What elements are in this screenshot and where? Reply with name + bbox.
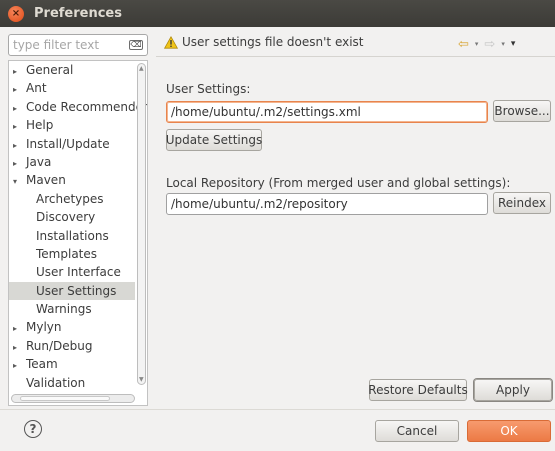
tree-item[interactable]: Discovery (9, 208, 147, 226)
tree-item-label: Run/Debug (26, 338, 93, 353)
tree-horizontal-scrollbar[interactable] (11, 394, 135, 403)
tree-item[interactable]: ▸ Java (9, 153, 147, 171)
title-bar: × Preferences (0, 0, 555, 27)
tree-vertical-scrollbar[interactable]: ▲ ▼ (137, 63, 146, 385)
page-message: User settings file doesn't exist (182, 35, 364, 49)
tree-item[interactable]: User Settings (9, 281, 135, 301)
tree-item-label: Maven (26, 173, 66, 188)
tree-item-label: User Settings (36, 283, 117, 298)
cancel-button[interactable]: Cancel (375, 420, 459, 442)
filter-placeholder: type filter text (13, 38, 100, 52)
ok-button[interactable]: OK (467, 420, 551, 442)
tree-item-label: Warnings (36, 302, 92, 317)
tree-item[interactable]: ▸ Ant (9, 79, 147, 97)
tree-item[interactable]: ▸ Run/Debug (9, 337, 147, 355)
tree-item-label: Archetypes (36, 191, 104, 206)
filter-input[interactable]: type filter text ⌫ (8, 34, 148, 56)
tree-item-label: General (26, 63, 74, 77)
tree-item-label: Templates (36, 246, 98, 261)
tree-item[interactable]: Validation (9, 374, 147, 392)
preferences-window: × Preferences type filter text ⌫ ▸ Genera… (0, 0, 555, 451)
user-settings-field[interactable]: /home/ubuntu/.m2/settings.xml (166, 101, 488, 123)
window-title: Preferences (34, 6, 122, 21)
tree-item-label: Installations (36, 228, 109, 243)
user-settings-label: User Settings: (166, 82, 251, 96)
restore-defaults-button[interactable]: Restore Defaults (368, 379, 468, 401)
back-arrow-icon[interactable]: ⇦ (458, 38, 469, 51)
forward-arrow-icon[interactable]: ⇨ (484, 38, 495, 51)
browse-button[interactable]: Browse... (493, 100, 551, 122)
local-repository-field[interactable]: /home/ubuntu/.m2/repository (166, 193, 488, 215)
tree-item[interactable]: Archetypes (9, 190, 147, 208)
tree-item-label: Discovery (36, 210, 96, 225)
tree-item-label: Code Recommender (26, 99, 148, 114)
clear-filter-icon[interactable]: ⌫ (129, 40, 143, 50)
reindex-button[interactable]: Reindex (493, 192, 551, 214)
close-button[interactable]: × (8, 5, 24, 22)
tree-item-label: User Interface (36, 265, 121, 280)
tree-item[interactable]: User Interface (9, 263, 147, 281)
tree-item[interactable]: ▸ Install/Update (9, 135, 147, 153)
tree-item-label: Install/Update (26, 136, 110, 151)
tree-item-label: Team (26, 357, 58, 372)
warning-icon (164, 36, 178, 49)
preference-tree: ▸ General ▸ Ant ▸ Code Recommender ▸ Help ▸ Insta… (8, 60, 148, 406)
tree-item-label: Java (26, 154, 52, 169)
scrollbar-thumb[interactable] (20, 396, 110, 401)
footer-divider (0, 409, 555, 410)
tree-item[interactable]: ▸ Code Recommender (9, 98, 147, 116)
view-menu-icon[interactable]: ▾ (511, 39, 516, 49)
help-icon[interactable]: ? (24, 420, 42, 438)
tree-item-label: Help (26, 118, 54, 133)
apply-button[interactable]: Apply (474, 379, 552, 401)
tree-item[interactable]: ▸ Team (9, 355, 147, 373)
tree-item[interactable]: Templates (9, 245, 147, 263)
update-settings-button[interactable]: Update Settings (166, 129, 262, 151)
page-navigation: ⇦ ▾ ⇨ ▾ ▾ (458, 36, 515, 52)
tree-item-label: Ant (26, 81, 47, 96)
header-divider (156, 56, 555, 57)
left-panel: type filter text ⌫ ▸ General ▸ Ant ▸ Code Rec… (8, 34, 148, 406)
tree-item[interactable]: Installations (9, 227, 147, 245)
tree-item[interactable]: ▸ Mylyn (9, 318, 147, 336)
tree-item-label: Validation (26, 375, 86, 390)
local-repository-label: Local Repository (From merged user and g… (166, 176, 511, 190)
forward-dropdown-icon[interactable]: ▾ (501, 40, 505, 48)
tree-item[interactable]: ▾ Maven (9, 171, 147, 189)
tree-item-label: Mylyn (26, 320, 62, 335)
tree-item[interactable]: ▸ General (9, 61, 147, 79)
back-dropdown-icon[interactable]: ▾ (475, 40, 479, 48)
tree-item[interactable]: Warnings (9, 300, 147, 318)
tree-item[interactable]: ▸ Help (9, 116, 147, 134)
